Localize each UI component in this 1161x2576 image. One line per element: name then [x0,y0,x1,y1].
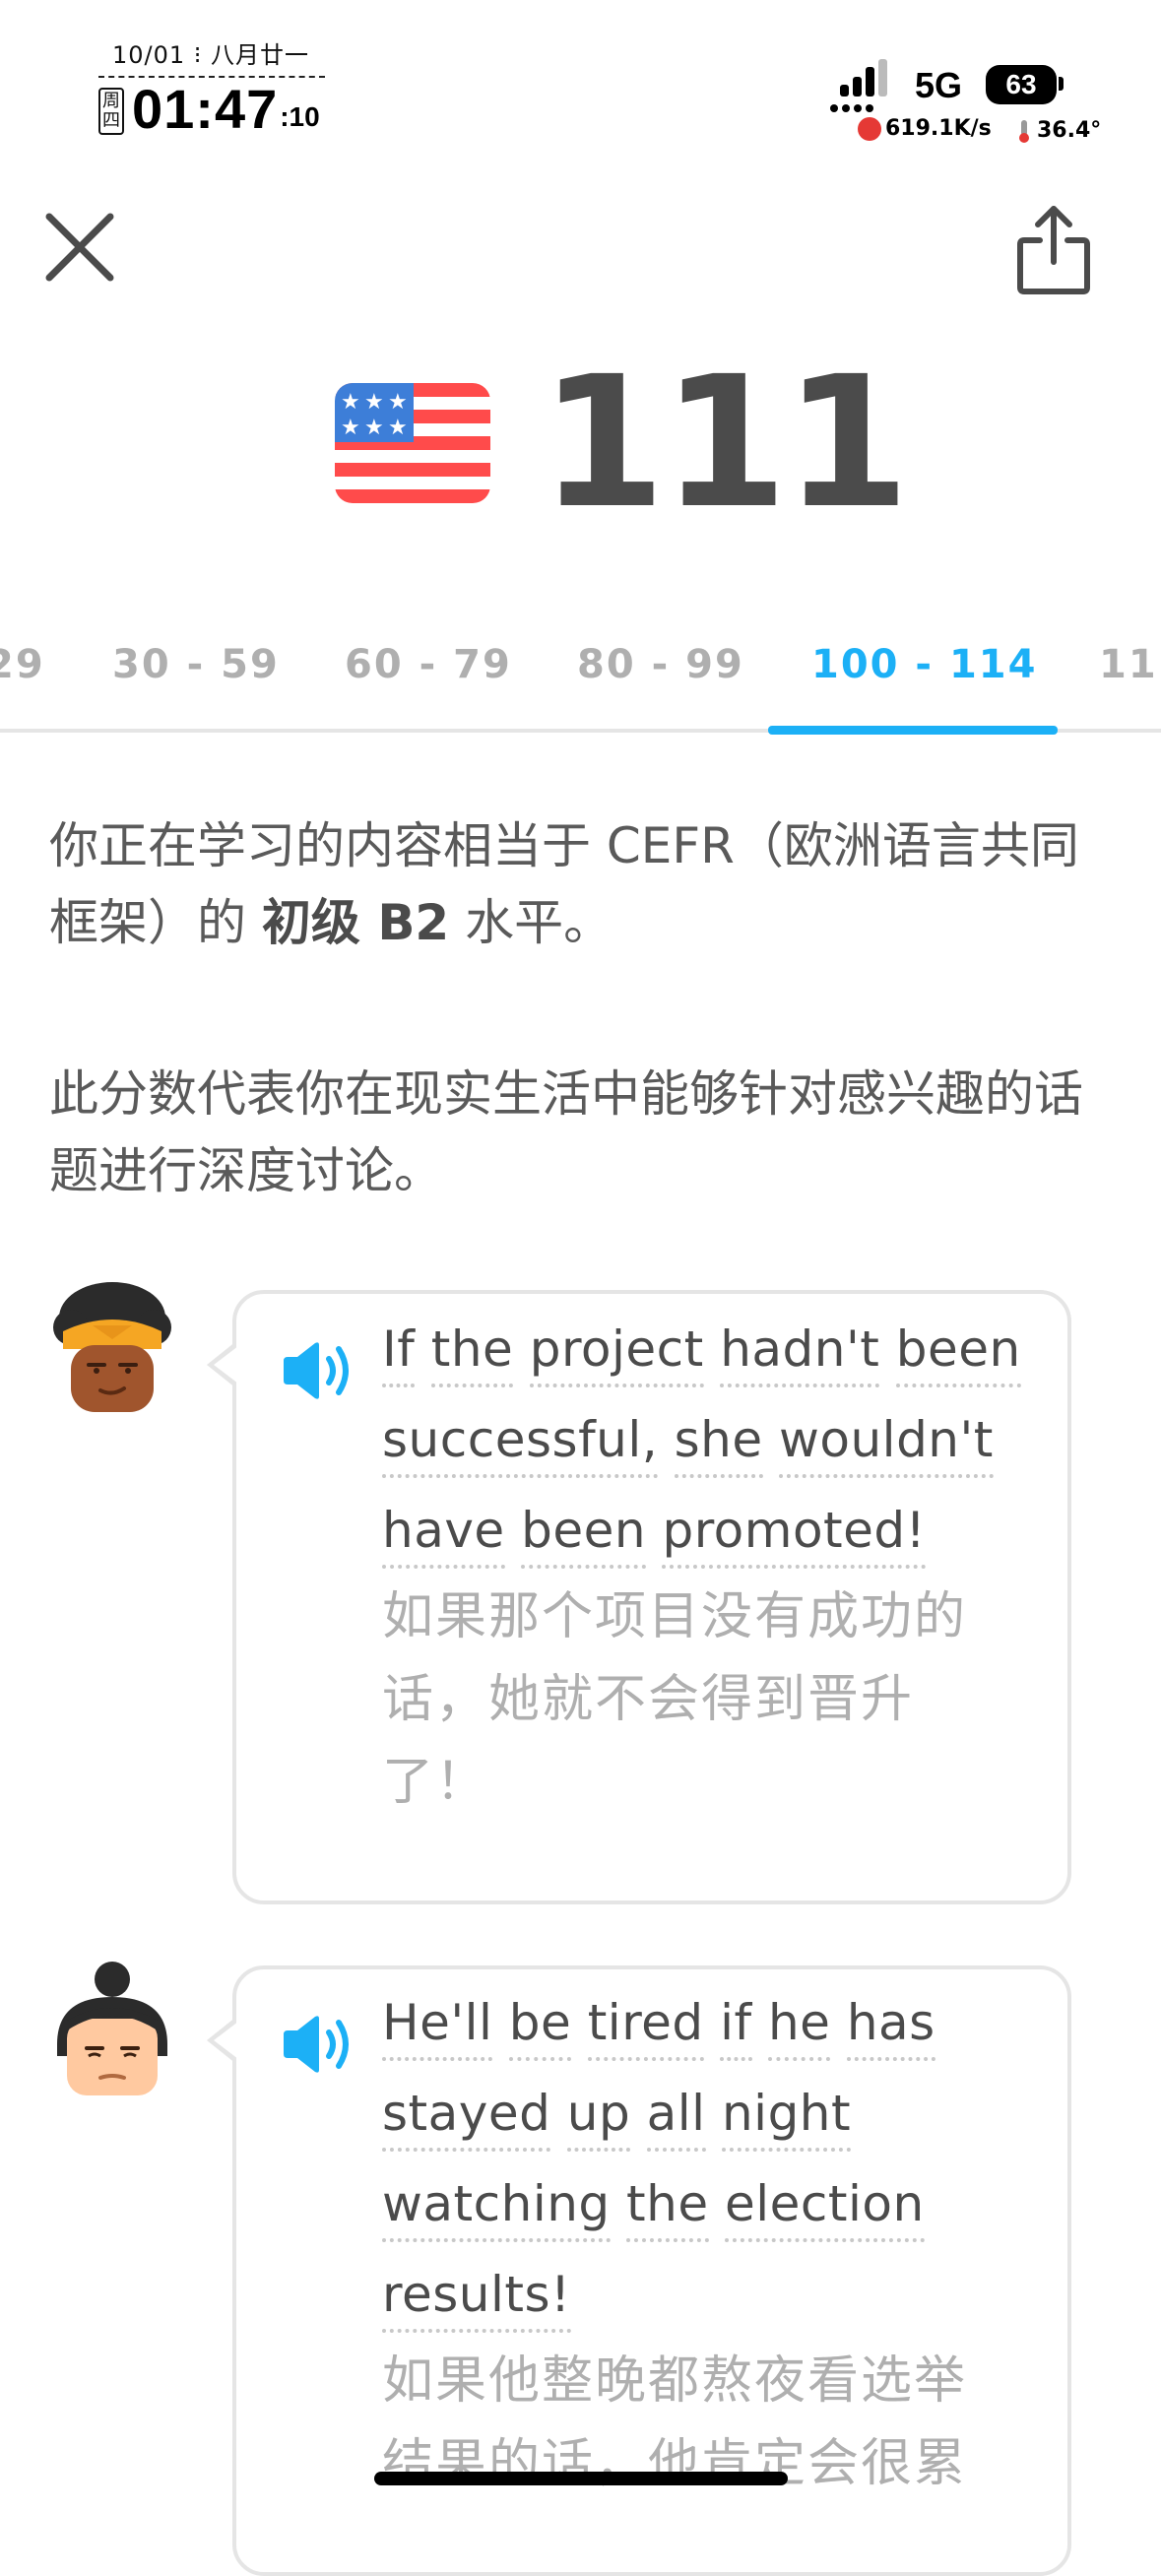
status-time: 01:47 [132,78,279,140]
word[interactable]: hadn't [720,1320,880,1387]
sentence-line: successful, she wouldn't [382,1394,1052,1485]
status-weekday: 周四 [98,88,124,135]
home-indicator[interactable] [374,2472,788,2485]
english-sentence: He'll be tired if he has stayed up all n… [382,1977,1052,2340]
us-flag-icon: ★ ★ ★ ★ ★ ★ [335,383,490,503]
word[interactable]: wouldn't [779,1411,994,1478]
translation-line: 结果的话，他肯定会很累 [382,2434,968,2493]
word[interactable]: she [674,1411,763,1478]
svg-text:★: ★ [364,416,384,440]
score-row: ★ ★ ★ ★ ★ ★ 111 [335,338,910,548]
status-bar-left: 10/01 ⁝ 八月廿一 周四 01:47 :10 [98,35,325,140]
status-bar-right: 5G 63 619.1K/s 36.4° [830,59,1101,148]
svg-text:★: ★ [388,390,408,415]
translation-line: 如果那个项目没有成功的 [382,1587,968,1646]
active-tab-indicator [768,726,1058,735]
word[interactable]: he [767,1994,831,2061]
word[interactable]: election [725,2175,925,2242]
word[interactable]: project [529,1320,704,1387]
tab-115-plus[interactable]: 11 [1099,642,1158,687]
example-bubble-1: If the project hadn't been successful, s… [207,1290,1071,1904]
network-speed: 619.1K/s [858,116,992,141]
score-value: 111 [540,338,910,548]
svg-text:★: ★ [388,416,408,440]
close-icon[interactable] [41,209,118,286]
word[interactable]: if [720,1994,752,2061]
word[interactable]: watching [382,2175,611,2242]
word[interactable]: results! [382,2266,571,2333]
word[interactable]: up [566,2085,631,2152]
battery-cap [1059,77,1064,91]
word[interactable]: all [646,2085,706,2152]
cefr-level: 初级 B2 [261,894,450,951]
sentence-line: He'll be tired if he has [382,1977,1052,2068]
sentence-line: results! [382,2249,1052,2340]
example-2-text: He'll be tired if he has stayed up all n… [382,1977,1052,2505]
word[interactable]: be [508,1994,572,2061]
signal-icon [830,59,887,112]
score-range-tabs: 29 30 - 59 60 - 79 80 - 99 100 - 114 11 [0,630,1161,733]
svg-text:★: ★ [364,390,384,415]
status-seconds: :10 [280,101,320,132]
word[interactable]: have [382,1502,505,1569]
example-1-text: If the project hadn't been successful, s… [382,1304,1052,1824]
word[interactable]: If [382,1320,416,1387]
score-meaning: 此分数代表你在现实生活中能够针对感兴趣的话题进行深度讨论。 [49,1065,1083,1199]
bubble-tail-inner [214,2022,238,2059]
speaker-icon[interactable] [280,1339,358,1402]
thermometer-icon [1019,119,1029,143]
word[interactable]: the [626,2175,709,2242]
english-sentence: If the project hadn't been successful, s… [382,1304,1052,1576]
bubble-tail-inner [214,1346,238,1384]
tab-80-99[interactable]: 80 - 99 [577,642,744,687]
word[interactable]: has [846,1994,935,2061]
translation-line: 了！ [382,1753,489,1812]
tab-60-79[interactable]: 60 - 79 [345,642,512,687]
svg-text:★: ★ [341,390,360,415]
tab-100-114[interactable]: 100 - 114 [811,642,1037,687]
character-avatar-oscar [57,1962,167,2095]
character-avatar-bea [53,1282,171,1412]
svg-text:★: ★ [341,416,360,440]
word[interactable]: successful, [382,1411,659,1478]
word[interactable]: been [521,1502,647,1569]
chinese-translation: 如果那个项目没有成功的 话，她就不会得到晋升 了！ [382,1576,1052,1824]
no-data-icon [858,116,881,141]
temperature: 36.4° [1017,118,1101,143]
sentence-line: stayed up all night [382,2068,1052,2158]
battery-indicator: 63 [986,65,1057,104]
network-speed-value: 619.1K/s [885,116,992,141]
word[interactable]: stayed [382,2085,551,2152]
status-date: 10/01 ⁝ 八月廿一 [98,35,325,78]
translation-line: 如果他整晚都熬夜看选举 [382,2351,968,2411]
status-time-row: 周四 01:47 :10 [98,78,325,140]
sentence-line: have been promoted! [382,1485,1052,1576]
sentence-line: watching the election [382,2158,1052,2249]
word[interactable]: He'll [382,1994,493,2061]
network-type: 5G [915,65,963,105]
translation-line: 话，她就不会得到晋升 [382,1670,915,1729]
share-icon[interactable] [1014,201,1093,299]
word[interactable]: the [430,1320,514,1387]
word[interactable]: night [721,2085,852,2152]
temperature-value: 36.4° [1037,118,1102,143]
word[interactable]: promoted! [662,1502,927,1569]
sentence-line: If the project hadn't been [382,1304,1052,1394]
tab-30-59[interactable]: 30 - 59 [112,642,280,687]
word[interactable]: been [895,1320,1021,1387]
speaker-icon[interactable] [280,2013,358,2076]
word[interactable]: tired [587,1994,704,2061]
cefr-description: 你正在学习的内容相当于 CEFR（欧洲语言共同框架）的 初级 B2 水平。 [49,807,1113,961]
tab-0-29[interactable]: 29 [0,642,45,687]
cefr-description-suffix: 水平。 [449,894,613,951]
